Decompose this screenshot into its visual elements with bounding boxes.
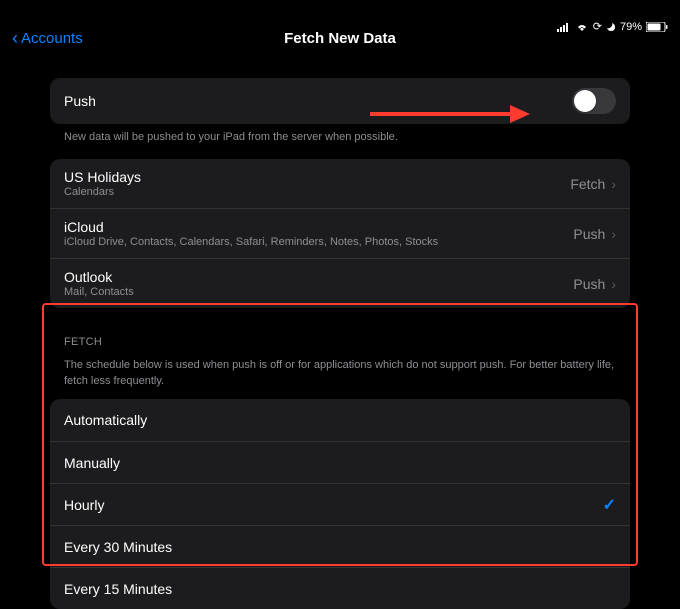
account-mode: Push [573, 226, 605, 242]
push-toggle[interactable] [572, 88, 616, 114]
fetch-option-label: Every 15 Minutes [64, 581, 616, 597]
account-subtitle: iCloud Drive, Contacts, Calendars, Safar… [64, 236, 573, 248]
toggle-knob [574, 90, 596, 112]
account-subtitle: Calendars [64, 186, 570, 198]
back-label: Accounts [21, 30, 83, 47]
chevron-left-icon: ‹ [12, 28, 18, 49]
chevron-right-icon: › [611, 276, 616, 292]
push-label: Push [64, 93, 572, 109]
account-title: US Holidays [64, 169, 570, 185]
chevron-right-icon: › [611, 176, 616, 192]
nav-header: ‹ Accounts Fetch New Data [0, 16, 680, 60]
fetch-description: The schedule below is used when push is … [50, 358, 630, 399]
account-title: Outlook [64, 269, 573, 285]
back-button[interactable]: ‹ Accounts [12, 28, 83, 49]
push-caption: New data will be pushed to your iPad fro… [50, 124, 630, 145]
push-row[interactable]: Push [50, 78, 630, 124]
fetch-option-automatically[interactable]: Automatically [50, 399, 630, 441]
account-row-icloud[interactable]: iCloud iCloud Drive, Contacts, Calendars… [50, 208, 630, 258]
fetch-header: FETCH [50, 336, 630, 352]
account-mode: Fetch [570, 176, 605, 192]
fetch-option-label: Hourly [64, 497, 603, 513]
checkmark-icon: ✓ [603, 495, 616, 515]
fetch-option-manually[interactable]: Manually [50, 441, 630, 483]
account-row-outlook[interactable]: Outlook Mail, Contacts Push › [50, 258, 630, 308]
fetch-option-label: Automatically [64, 412, 616, 428]
chevron-right-icon: › [611, 226, 616, 242]
account-row-us-holidays[interactable]: US Holidays Calendars Fetch › [50, 159, 630, 208]
fetch-option-label: Every 30 Minutes [64, 539, 616, 555]
fetch-option-30min[interactable]: Every 30 Minutes [50, 525, 630, 567]
fetch-options-group: Automatically Manually Hourly ✓ Every 30… [50, 399, 630, 609]
push-group: Push [50, 78, 630, 124]
fetch-option-hourly[interactable]: Hourly ✓ [50, 483, 630, 525]
account-title: iCloud [64, 219, 573, 235]
fetch-option-label: Manually [64, 455, 616, 471]
accounts-group: US Holidays Calendars Fetch › iCloud iCl… [50, 159, 630, 308]
fetch-option-15min[interactable]: Every 15 Minutes [50, 567, 630, 609]
account-mode: Push [573, 276, 605, 292]
page-title: Fetch New Data [0, 30, 680, 47]
account-subtitle: Mail, Contacts [64, 286, 573, 298]
